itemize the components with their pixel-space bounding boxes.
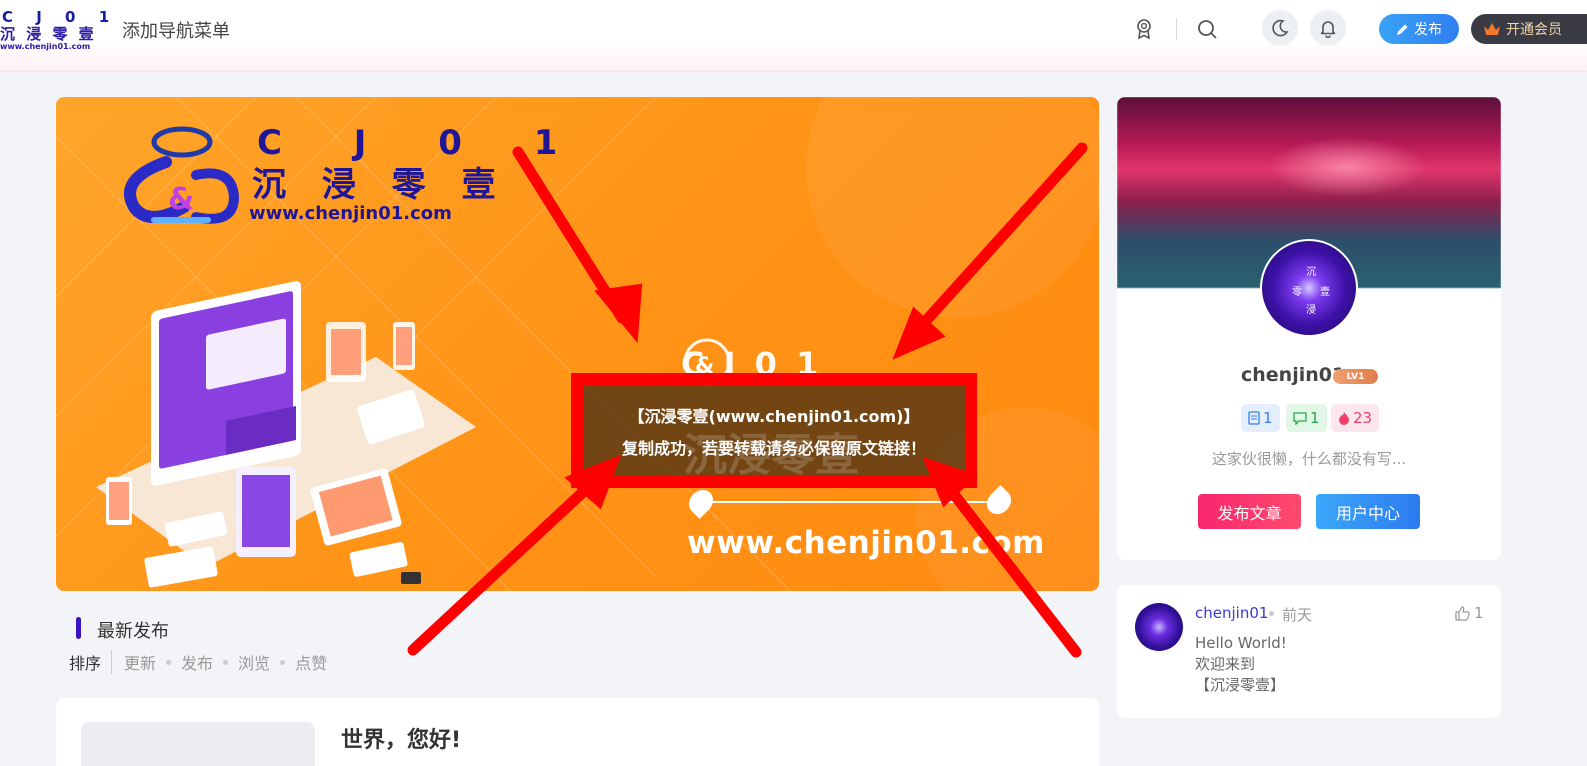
sort-option-likes[interactable]: 点赞	[295, 650, 327, 674]
sort-option-updated[interactable]: 更新	[124, 650, 156, 674]
toast-line2: 复制成功，若要转载请务必保留原文链接！	[621, 438, 926, 458]
vip-button[interactable]: 开通会员	[1471, 14, 1587, 44]
bell-icon	[1320, 20, 1336, 38]
header-divider	[1176, 18, 1177, 40]
moon-icon	[1272, 19, 1289, 37]
thumbs-up-icon	[1455, 605, 1470, 621]
publish-label: 发布	[1414, 22, 1442, 38]
banner-logo: C J 0 1 沉 浸 零 壹 www.chenjin01.com	[114, 123, 557, 233]
document-icon	[1248, 411, 1260, 425]
profile-avatar[interactable]: 沉 零 壹 浸	[1260, 239, 1358, 337]
comment-text[interactable]: Hello World! 欢迎来到 【沉浸零壹】	[1195, 633, 1287, 696]
comments-count-badge[interactable]: 1	[1286, 404, 1327, 432]
latest-section-title: 最新发布	[97, 621, 169, 642]
devices-illustration	[96, 281, 476, 588]
publish-article-button[interactable]: 发布文章	[1198, 494, 1301, 529]
notification-button[interactable]	[1310, 10, 1346, 46]
site-logo[interactable]: C J 0 1 沉 浸 零 壹 www.chenjin01.com	[0, 6, 109, 52]
badge-icon[interactable]	[1133, 17, 1155, 41]
banner-logo-line2: 沉 浸 零 壹	[252, 165, 508, 205]
top-header: C J 0 1 沉 浸 零 壹 www.chenjin01.com 添加导航菜单…	[0, 0, 1587, 72]
logo-line3: www.chenjin01.com	[0, 42, 91, 51]
pencil-icon	[1397, 24, 1408, 35]
sort-separator	[280, 659, 286, 665]
search-icon[interactable]	[1196, 18, 1218, 40]
sort-option-views[interactable]: 浏览	[238, 650, 270, 674]
banner-divider-line	[701, 501, 1011, 503]
level-badge: LV1	[1333, 369, 1378, 384]
comment-avatar[interactable]	[1135, 603, 1183, 651]
comment-username[interactable]: chenjin01	[1195, 604, 1268, 622]
post-title[interactable]: 世界，您好!	[341, 722, 461, 754]
sort-separator	[166, 659, 172, 665]
add-nav-menu-link[interactable]: 添加导航菜单	[122, 17, 230, 43]
publish-button[interactable]: 发布	[1379, 14, 1459, 44]
meta-separator	[1269, 611, 1274, 616]
sort-bar: 排序 更新 发布 浏览 点赞	[69, 650, 327, 674]
banner-logo-url: www.chenjin01.com	[249, 203, 452, 224]
profile-bio: 这家伙很懒，什么都没有写...	[1211, 450, 1407, 468]
posts-count-badge[interactable]: 1	[1241, 404, 1280, 432]
section-accent-bar	[76, 617, 81, 639]
comment-icon	[1293, 411, 1307, 425]
hot-count-badge[interactable]: 23	[1331, 404, 1380, 432]
logo-line2: 沉 浸 零 壹	[0, 25, 97, 43]
profile-username[interactable]: chenjin01	[1241, 364, 1345, 386]
profile-card: 沉 零 壹 浸	[1117, 97, 1501, 560]
hero-banner[interactable]: & & C J 0 1 沉 浸 零 壹 www.chenjin01.com C …	[56, 97, 1099, 591]
post-thumbnail[interactable]	[81, 722, 315, 766]
sort-option-published[interactable]: 发布	[181, 650, 213, 674]
copy-success-toast: 沉浸零壹 【沉浸零壹(www.chenjin01.com)】 复制成功，若要转载…	[583, 385, 965, 481]
comment-time: 前天	[1282, 606, 1313, 624]
dark-mode-toggle[interactable]	[1262, 10, 1298, 46]
user-center-button[interactable]: 用户中心	[1316, 494, 1420, 529]
sort-label: 排序	[69, 650, 113, 674]
vip-label: 开通会员	[1506, 22, 1562, 38]
comment-like-button[interactable]: 1	[1455, 604, 1484, 622]
sort-separator	[223, 659, 229, 665]
banner-url: www.chenjin01.com	[687, 525, 1045, 561]
crown-icon	[1484, 22, 1500, 35]
fire-icon	[1339, 412, 1349, 425]
toast-line1: 【沉浸零壹(www.chenjin01.com)】	[628, 406, 920, 426]
